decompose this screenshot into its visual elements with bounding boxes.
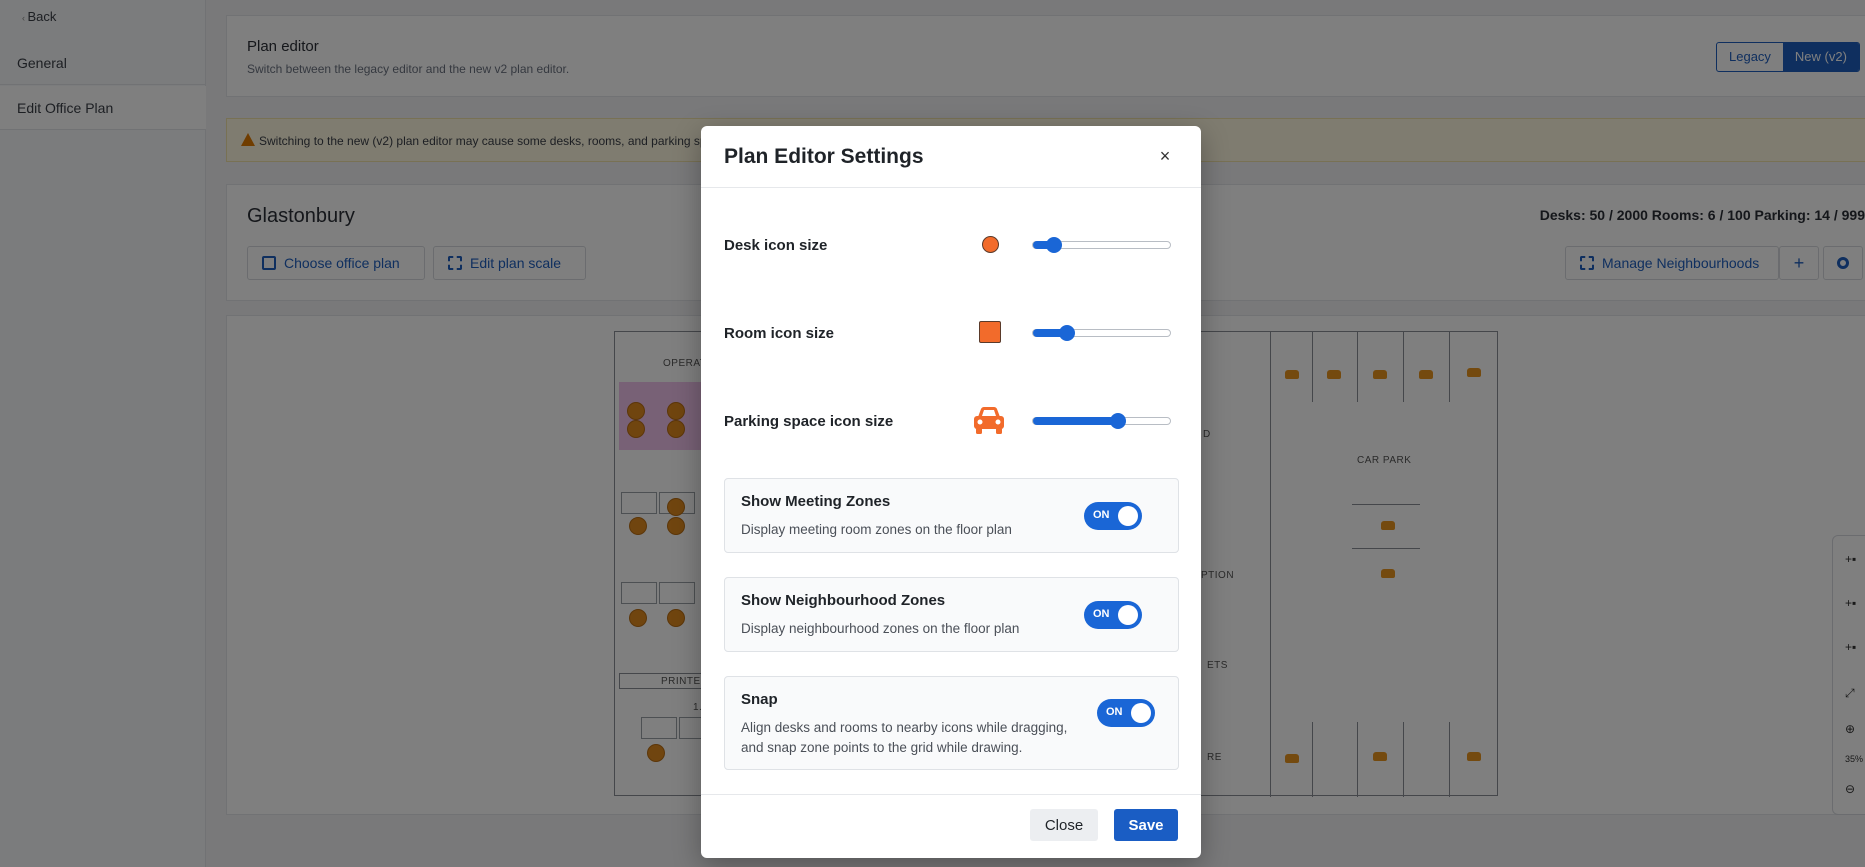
meeting-zones-card: Show Meeting Zones Display meeting room …: [724, 478, 1179, 553]
snap-description: Align desks and rooms to nearby icons wh…: [741, 720, 1068, 755]
slider-thumb[interactable]: [1045, 237, 1062, 253]
neighbourhood-zones-description: Display neighbourhood zones on the floor…: [741, 621, 1020, 636]
room-preview-icon: [979, 321, 1001, 343]
desk-icon-size-row: Desk icon size: [724, 225, 1179, 265]
parking-icon-size-row: Parking space icon size: [724, 401, 1179, 441]
plan-editor-settings-modal: Plan Editor Settings × Desk icon size Ro…: [701, 126, 1201, 858]
room-icon-size-row: Room icon size: [724, 313, 1179, 353]
parking-icon-size-slider[interactable]: [1032, 413, 1171, 429]
neighbourhood-zones-toggle[interactable]: ON: [1084, 601, 1142, 629]
desk-preview-icon: [982, 236, 999, 253]
save-button[interactable]: Save: [1114, 809, 1178, 841]
desk-icon-size-slider[interactable]: [1032, 237, 1171, 253]
neighbourhood-zones-title: Show Neighbourhood Zones: [741, 592, 946, 609]
close-button[interactable]: Close: [1030, 809, 1098, 841]
modal-header: Plan Editor Settings ×: [701, 126, 1201, 188]
room-icon-size-label: Room icon size: [724, 325, 835, 342]
snap-toggle[interactable]: ON: [1097, 699, 1155, 727]
meeting-zones-description: Display meeting room zones on the floor …: [741, 522, 1012, 537]
parking-icon-size-label: Parking space icon size: [724, 413, 894, 430]
modal-footer: Close Save: [701, 794, 1201, 858]
snap-card: Snap Align desks and rooms to nearby ico…: [724, 676, 1179, 770]
room-icon-size-slider[interactable]: [1032, 325, 1171, 341]
modal-title: Plan Editor Settings: [724, 145, 924, 168]
meeting-zones-title: Show Meeting Zones: [741, 493, 891, 510]
close-icon[interactable]: ×: [1153, 144, 1177, 168]
desk-icon-size-label: Desk icon size: [724, 237, 828, 254]
slider-thumb[interactable]: [1109, 413, 1126, 429]
meeting-zones-toggle[interactable]: ON: [1084, 502, 1142, 530]
slider-thumb[interactable]: [1059, 325, 1076, 341]
neighbourhood-zones-card: Show Neighbourhood Zones Display neighbo…: [724, 577, 1179, 652]
car-preview-icon: [974, 407, 1004, 434]
snap-title: Snap: [741, 691, 778, 708]
